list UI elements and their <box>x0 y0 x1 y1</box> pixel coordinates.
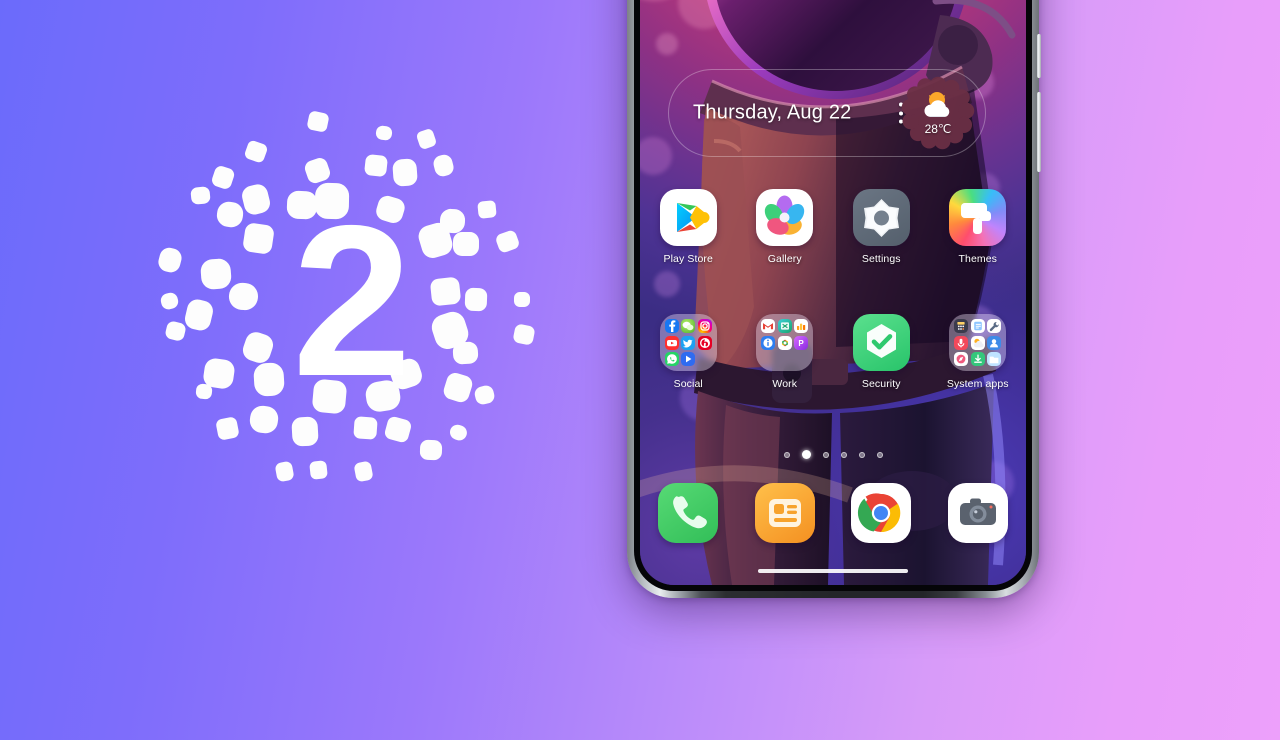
page-dot[interactable] <box>858 451 865 458</box>
messages-list-glyph <box>768 499 801 527</box>
whatsapp-icon <box>664 352 679 366</box>
app-label: Security <box>861 378 901 390</box>
folder-label: Work <box>772 378 798 390</box>
contacts-icon <box>987 335 1002 350</box>
app-gallery[interactable]: Gallery <box>737 189 834 265</box>
charts-icon <box>794 319 809 333</box>
page-dot[interactable] <box>840 451 847 458</box>
date-weather-widget[interactable]: Thursday, Aug 22 28℃ <box>668 69 986 157</box>
date-label: Thursday, Aug 22 <box>693 101 852 124</box>
paint-roller-glyph <box>961 203 992 234</box>
youtube-icon <box>664 335 679 350</box>
dock-app-camera[interactable] <box>930 483 1027 543</box>
info-icon <box>761 335 776 350</box>
folder-empty-slot <box>794 352 808 366</box>
app-label: Themes <box>958 253 998 265</box>
notes-icon <box>970 319 985 333</box>
gallery-icon[interactable] <box>756 189 814 246</box>
chrome-icon[interactable] <box>851 483 912 543</box>
shield-check-glyph <box>866 324 896 358</box>
play-store-icon[interactable] <box>659 189 717 246</box>
security-shield-check-icon[interactable] <box>852 314 910 371</box>
settings-gear-glyph <box>863 199 899 237</box>
weather-icon <box>970 335 985 350</box>
play-icon <box>681 352 696 366</box>
logo-center-number: 2 <box>292 179 412 421</box>
paint-roller-icon[interactable] <box>949 189 1007 246</box>
svg-text:P: P <box>799 339 805 348</box>
power-button[interactable] <box>1037 34 1041 78</box>
app-themes[interactable]: Themes <box>930 189 1027 265</box>
folder-empty-slot <box>698 352 712 366</box>
compass-icon <box>954 352 969 366</box>
phone-handset-glyph <box>673 496 708 529</box>
powerpoint-icon: P <box>794 335 809 350</box>
page-dot[interactable] <box>876 451 883 458</box>
page-dot-active[interactable] <box>801 450 811 459</box>
home-gesture-bar[interactable] <box>758 569 908 573</box>
page-dot[interactable] <box>822 451 829 458</box>
app-settings[interactable]: Settings <box>833 189 930 265</box>
gallery-flower-glyph <box>765 195 805 235</box>
app-label: Settings <box>861 253 901 265</box>
facebook-icon <box>664 319 679 333</box>
weather-temperature: 28℃ <box>924 122 952 136</box>
twitter-icon <box>681 335 696 350</box>
files-icon <box>987 352 1002 366</box>
folder-work-icon[interactable]: P <box>756 314 814 371</box>
weather-badge[interactable]: 28℃ <box>901 76 975 150</box>
volume-button[interactable] <box>1037 92 1041 172</box>
folder-label: Social <box>673 378 703 390</box>
play-store-glyph <box>676 203 710 232</box>
downloads-icon <box>970 352 985 366</box>
phone-device: Thursday, Aug 22 28℃ Play Store Gallery … <box>627 0 1041 598</box>
app-row-1: Play Store Gallery Settings Themes <box>640 189 1026 265</box>
folder-empty-slot <box>778 352 792 366</box>
folder-system-apps[interactable]: System apps <box>930 314 1027 390</box>
camera-icon[interactable] <box>947 483 1008 543</box>
dock-app-chrome[interactable] <box>833 483 930 543</box>
folder-work[interactable]: P Work <box>737 314 834 390</box>
gmail-icon <box>761 319 776 333</box>
settings-gear-icon[interactable] <box>852 189 910 246</box>
folder-social[interactable]: Social <box>640 314 737 390</box>
app-label: Play Store <box>663 253 713 265</box>
phone-screen[interactable]: Thursday, Aug 22 28℃ Play Store Gallery … <box>640 0 1026 585</box>
dock-app-phone[interactable] <box>640 483 737 543</box>
brand-logo: 2 <box>120 90 570 510</box>
folder-label: System apps <box>946 378 1009 390</box>
sun-behind-cloud-icon <box>924 92 950 117</box>
recorder-icon <box>954 335 969 350</box>
wechat-icon <box>681 319 696 333</box>
tools-icon <box>987 319 1002 333</box>
app-label: Gallery <box>767 253 802 265</box>
app-security[interactable]: Security <box>833 314 930 390</box>
page-dot[interactable] <box>783 451 790 458</box>
folder-social-icon[interactable] <box>659 314 717 371</box>
phone-icon[interactable] <box>658 483 719 543</box>
camera-glyph <box>959 498 996 525</box>
app-play-store[interactable]: Play Store <box>640 189 737 265</box>
folder-system-icon[interactable] <box>949 314 1007 371</box>
calculator-icon <box>954 319 969 333</box>
pinterest-icon <box>697 335 712 350</box>
instagram-icon <box>697 319 712 333</box>
page-indicator[interactable] <box>640 450 1026 459</box>
photos-icon <box>777 335 792 350</box>
dock <box>640 483 1026 543</box>
folder-empty-slot <box>761 352 775 366</box>
dock-app-messages[interactable] <box>737 483 834 543</box>
app-row-2-folders: Social P Work Security System apps <box>640 314 1026 390</box>
excel-icon <box>777 319 792 333</box>
messages-icon[interactable] <box>754 483 815 543</box>
chrome-glyph <box>858 493 901 533</box>
